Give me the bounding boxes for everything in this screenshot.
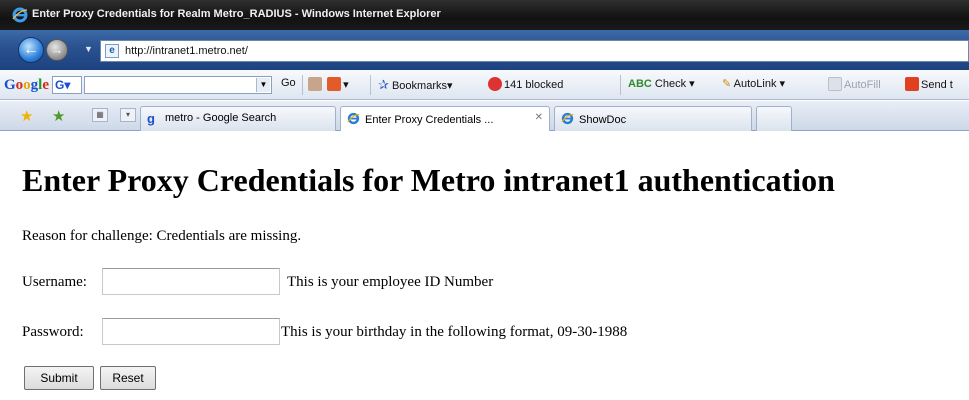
autolink-button[interactable]: ✎ AutoLink ▾ (722, 77, 785, 90)
username-hint: This is your employee ID Number (287, 274, 494, 290)
challenge-reason: Reason for challenge: Credentials are mi… (22, 228, 302, 244)
forward-arrow-icon: → (50, 42, 64, 57)
google-search-input[interactable]: ▼ (84, 76, 272, 94)
back-arrow-icon: ← (23, 41, 39, 58)
new-tab-button[interactable] (756, 106, 792, 131)
google-logo: Google (4, 77, 50, 93)
tab-proxy-credentials[interactable]: Enter Proxy Credentials ... ✕ (340, 106, 550, 132)
internet-explorer-icon (12, 7, 28, 23)
tab-list-dropdown-icon[interactable]: ▾ (120, 108, 136, 122)
send-to-button[interactable]: Send t (905, 77, 953, 91)
pagerank-icon[interactable] (308, 77, 322, 91)
window-title: Enter Proxy Credentials for Realm Metro_… (32, 8, 441, 20)
favorites-star-icon[interactable]: ★ (20, 107, 33, 125)
password-label: Password: (22, 324, 84, 340)
page-title: Enter Proxy Credentials for Metro intran… (22, 162, 835, 198)
forward-button[interactable]: → (46, 39, 68, 61)
google-menu-button[interactable]: G▾ (52, 76, 82, 94)
password-hint: This is your birthday in the following f… (281, 324, 628, 340)
google-toolbar: Google G▾ ▼ Go ▾ ✰ Bookmarks▾ 141 blocke… (0, 70, 969, 100)
navigation-bar: ← → ▼ e http://intranet1.metro.net/ (0, 30, 969, 70)
news-icon[interactable] (327, 77, 342, 91)
toolbar-divider (302, 75, 303, 95)
address-url[interactable]: http://intranet1.metro.net/ (125, 45, 248, 57)
close-tab-icon[interactable]: ✕ (535, 112, 543, 123)
window-title-bar: Enter Proxy Credentials for Realm Metro_… (0, 0, 969, 30)
submit-button[interactable]: Submit (24, 366, 94, 390)
internet-explorer-icon (561, 112, 574, 125)
spellcheck-icon: ABC (628, 78, 652, 90)
go-button[interactable]: Go (281, 77, 296, 89)
autofill-button[interactable]: AutoFill (828, 77, 881, 91)
google-icon: g (147, 111, 155, 126)
send-icon (905, 77, 919, 91)
toolbar-divider (370, 75, 371, 95)
reset-button[interactable]: Reset (100, 366, 156, 390)
back-button[interactable]: ← (18, 37, 44, 63)
username-label: Username: (22, 274, 87, 290)
wand-icon: ✎ (722, 78, 732, 90)
toolbar-extras: ▾ (308, 77, 349, 91)
page-icon: e (105, 44, 119, 58)
tab-bar: ★ ★ ▦ ▾ g metro - Google Search Enter Pro… (0, 101, 969, 132)
star-icon: ✰ (378, 77, 389, 92)
popup-blocker-button[interactable]: 141 blocked (488, 77, 563, 91)
bookmarks-button[interactable]: ✰ Bookmarks▾ (378, 77, 453, 93)
chevron-down-icon[interactable]: ▼ (256, 78, 270, 92)
recent-pages-dropdown-icon[interactable]: ▼ (84, 44, 93, 54)
tab-google-search[interactable]: g metro - Google Search (140, 106, 336, 131)
username-field[interactable] (102, 268, 280, 295)
blocked-icon (488, 77, 502, 91)
spellcheck-button[interactable]: ABC Check ▾ (628, 77, 695, 90)
quick-tabs-icon[interactable]: ▦ (92, 108, 108, 122)
internet-explorer-icon (347, 112, 360, 125)
add-favorites-icon[interactable]: ★ (52, 107, 65, 125)
password-field[interactable] (102, 318, 280, 345)
toolbar-divider (620, 75, 621, 95)
autofill-icon (828, 77, 842, 91)
tab-showdoc[interactable]: ShowDoc (554, 106, 752, 131)
page-content: Enter Proxy Credentials for Metro intran… (0, 131, 969, 400)
address-bar[interactable]: e http://intranet1.metro.net/ (100, 40, 969, 62)
